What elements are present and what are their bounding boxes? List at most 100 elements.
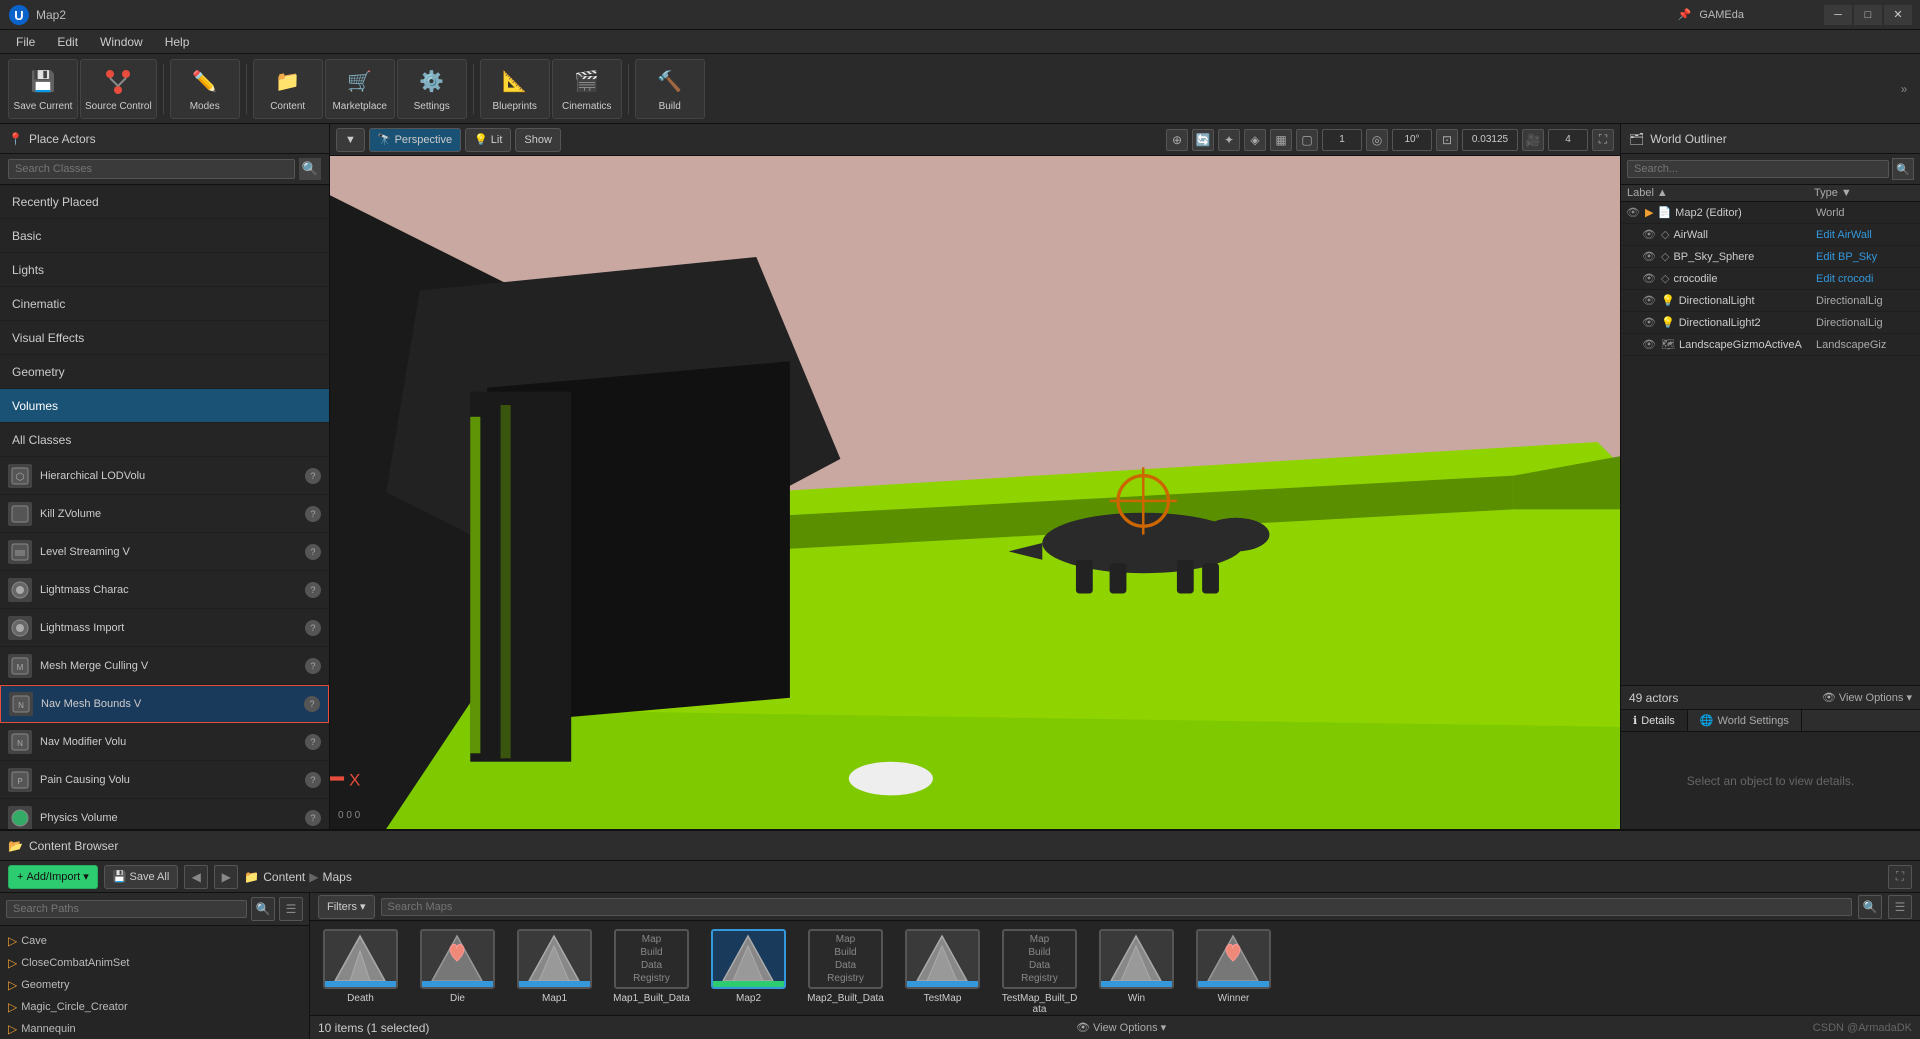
details-tab[interactable]: ℹ Details	[1621, 710, 1688, 731]
category-geometry[interactable]: Geometry	[0, 355, 329, 389]
nav-forward-button[interactable]: ▶	[214, 865, 238, 889]
help-button-pain[interactable]: ?	[305, 772, 321, 788]
outliner-search-icon[interactable]: 🔍	[1892, 158, 1914, 180]
category-lights[interactable]: Lights	[0, 253, 329, 287]
outliner-col-type[interactable]: Type ▼	[1814, 187, 1914, 199]
filter-settings-button[interactable]: ☰	[1888, 895, 1912, 919]
actor-hierarchical-lod[interactable]: ⬡ Hierarchical LODVolu ?	[0, 457, 329, 495]
asset-die[interactable]: Die	[415, 929, 500, 1004]
cinematics-button[interactable]: 🎬 Cinematics	[552, 59, 622, 119]
tree-item-geometry[interactable]: ▷ Geometry	[0, 974, 309, 996]
category-visual-effects[interactable]: Visual Effects	[0, 321, 329, 355]
paths-options-button[interactable]: ☰	[279, 897, 303, 921]
minimize-button[interactable]: ─	[1824, 5, 1852, 25]
blueprints-button[interactable]: 📐 Blueprints	[480, 59, 550, 119]
view-options-button[interactable]: 👁 View Options ▾	[1076, 1021, 1166, 1034]
asset-map2-built[interactable]: MapBuildDataRegistry Map2_Built_Data	[803, 929, 888, 1004]
show-button[interactable]: Show	[515, 128, 561, 152]
filters-button[interactable]: Filters ▾	[318, 895, 375, 919]
grid-icon[interactable]: ▦	[1270, 129, 1292, 151]
transform-icon[interactable]: ⊕	[1166, 129, 1188, 151]
add-import-button[interactable]: + Add/Import ▾	[8, 865, 98, 889]
actor-level-streaming[interactable]: Level Streaming V ?	[0, 533, 329, 571]
perspective-button[interactable]: 🔭 Perspective	[369, 128, 461, 152]
lit-button[interactable]: 💡 Lit	[465, 128, 511, 152]
help-button-meshmerge[interactable]: ?	[305, 658, 321, 674]
tree-item-magiccircle[interactable]: ▷ Magic_Circle_Creator	[0, 996, 309, 1018]
filter-search-button[interactable]: 🔍	[1858, 895, 1882, 919]
help-button-levelstreaming[interactable]: ?	[305, 544, 321, 560]
viewport-dropdown-button[interactable]: ▼	[336, 128, 365, 152]
outliner-col-label[interactable]: Label ▲	[1627, 187, 1814, 199]
outliner-row-map2editor[interactable]: 👁 ▶ 📄 Map2 (Editor) World	[1621, 202, 1920, 224]
outliner-row-sky[interactable]: 👁 ◇ BP_Sky_Sphere Edit BP_Sky	[1621, 246, 1920, 268]
help-button-navmesh[interactable]: ?	[304, 696, 320, 712]
tree-item-closecombat[interactable]: ▷ CloseCombatAnimSet	[0, 952, 309, 974]
actor-lightmass-import[interactable]: Lightmass Import ?	[0, 609, 329, 647]
settings-button[interactable]: ⚙️ Settings	[397, 59, 467, 119]
angle-icon[interactable]: ◎	[1366, 129, 1388, 151]
actor-lightmass-charac[interactable]: Lightmass Charac ?	[0, 571, 329, 609]
help-button-navmod[interactable]: ?	[305, 734, 321, 750]
asset-win[interactable]: Win	[1094, 929, 1179, 1004]
world-settings-tab[interactable]: 🌐 World Settings	[1688, 710, 1802, 731]
help-button-hierarchical[interactable]: ?	[305, 468, 321, 484]
save-current-button[interactable]: 💾 Save Current	[8, 59, 78, 119]
menu-help[interactable]: Help	[155, 33, 200, 51]
content-button[interactable]: 📁 Content	[253, 59, 323, 119]
help-button-lightmassi[interactable]: ?	[305, 620, 321, 636]
save-all-button[interactable]: 💾 Save All	[104, 865, 178, 889]
actor-nav-mesh-bounds[interactable]: N Nav Mesh Bounds V ?	[0, 685, 329, 723]
viewport-canvas[interactable]: X Y 0 0 0	[330, 156, 1620, 829]
camera-speed-input[interactable]: 4	[1548, 129, 1588, 151]
help-button-killz[interactable]: ?	[305, 506, 321, 522]
asset-testmap[interactable]: TestMap	[900, 929, 985, 1004]
breadcrumb-content[interactable]: Content	[263, 870, 305, 884]
actor-physics-volume[interactable]: Physics Volume ?	[0, 799, 329, 829]
asset-map1-built[interactable]: MapBuildDataRegistry Map1_Built_Data	[609, 929, 694, 1004]
asset-testmap-built[interactable]: MapBuildDataRegistry TestMap_Built_Data	[997, 929, 1082, 1015]
actor-nav-modifier[interactable]: N Nav Modifier Volu ?	[0, 723, 329, 761]
marketplace-button[interactable]: 🛒 Marketplace	[325, 59, 395, 119]
search-classes-button[interactable]: 🔍	[299, 158, 321, 180]
cb-expand-button[interactable]: ⛶	[1888, 865, 1912, 889]
breadcrumb-maps[interactable]: Maps	[323, 870, 352, 884]
toolbar-expand-button[interactable]: »	[1896, 59, 1912, 119]
actor-mesh-merge[interactable]: M Mesh Merge Culling V ?	[0, 647, 329, 685]
camera-speed-icon[interactable]: 🎥	[1522, 129, 1544, 151]
menu-edit[interactable]: Edit	[47, 33, 88, 51]
outliner-search-input[interactable]	[1627, 160, 1889, 178]
modes-button[interactable]: ✏️ Modes	[170, 59, 240, 119]
actor-kill-z[interactable]: Kill ZVolume ?	[0, 495, 329, 533]
menu-window[interactable]: Window	[90, 33, 153, 51]
grid-size-input[interactable]: 1	[1322, 129, 1362, 151]
snap-icon[interactable]: ▢	[1296, 129, 1318, 151]
scale-icon[interactable]: ✦	[1218, 129, 1240, 151]
close-button[interactable]: ✕	[1884, 5, 1912, 25]
source-control-button[interactable]: Source Control	[80, 59, 157, 119]
outliner-row-airwall[interactable]: 👁 ◇ AirWall Edit AirWall	[1621, 224, 1920, 246]
category-cinematic[interactable]: Cinematic	[0, 287, 329, 321]
world-icon[interactable]: ◈	[1244, 129, 1266, 151]
actor-pain-causing[interactable]: P Pain Causing Volu ?	[0, 761, 329, 799]
asset-winner[interactable]: Winner	[1191, 929, 1276, 1004]
scale-snap-icon[interactable]: ⊡	[1436, 129, 1458, 151]
outliner-row-dirlight2[interactable]: 👁 💡 DirectionalLight2 DirectionalLig	[1621, 312, 1920, 334]
search-maps-input[interactable]	[381, 898, 1852, 916]
search-paths-input[interactable]	[6, 900, 247, 918]
tree-item-cave[interactable]: ▷ Cave	[0, 930, 309, 952]
category-volumes[interactable]: Volumes	[0, 389, 329, 423]
nav-back-button[interactable]: ◀	[184, 865, 208, 889]
category-basic[interactable]: Basic	[0, 219, 329, 253]
tree-item-mannequin[interactable]: ▷ Mannequin	[0, 1018, 309, 1039]
build-button[interactable]: 🔨 Build	[635, 59, 705, 119]
outliner-row-dirlight[interactable]: 👁 💡 DirectionalLight DirectionalLig	[1621, 290, 1920, 312]
asset-map1[interactable]: Map1	[512, 929, 597, 1004]
search-paths-button[interactable]: 🔍	[251, 897, 275, 921]
angle-input[interactable]: 10°	[1392, 129, 1432, 151]
search-classes-input[interactable]	[8, 159, 295, 179]
asset-death[interactable]: Death	[318, 929, 403, 1004]
maximize-button[interactable]: □	[1854, 5, 1882, 25]
outliner-row-croc[interactable]: 👁 ◇ crocodile Edit crocodi	[1621, 268, 1920, 290]
help-button-physics[interactable]: ?	[305, 810, 321, 826]
